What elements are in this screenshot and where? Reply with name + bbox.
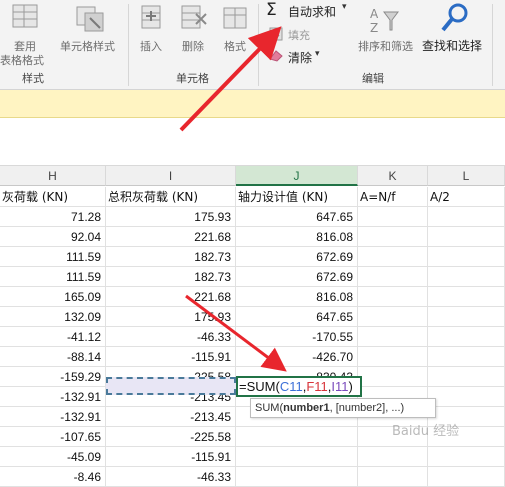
- annotation-arrows: [179, 26, 287, 372]
- arrow-to-formula: [185, 294, 287, 372]
- cell-i[interactable]: -46.33: [106, 467, 236, 487]
- cell-h[interactable]: -8.46: [0, 467, 106, 487]
- watermark: Baidu 经验: [392, 424, 460, 439]
- cell-k[interactable]: [358, 467, 428, 487]
- cell-l[interactable]: [428, 467, 505, 487]
- arrow-to-autosum: [179, 26, 282, 132]
- cell-j[interactable]: [236, 467, 358, 487]
